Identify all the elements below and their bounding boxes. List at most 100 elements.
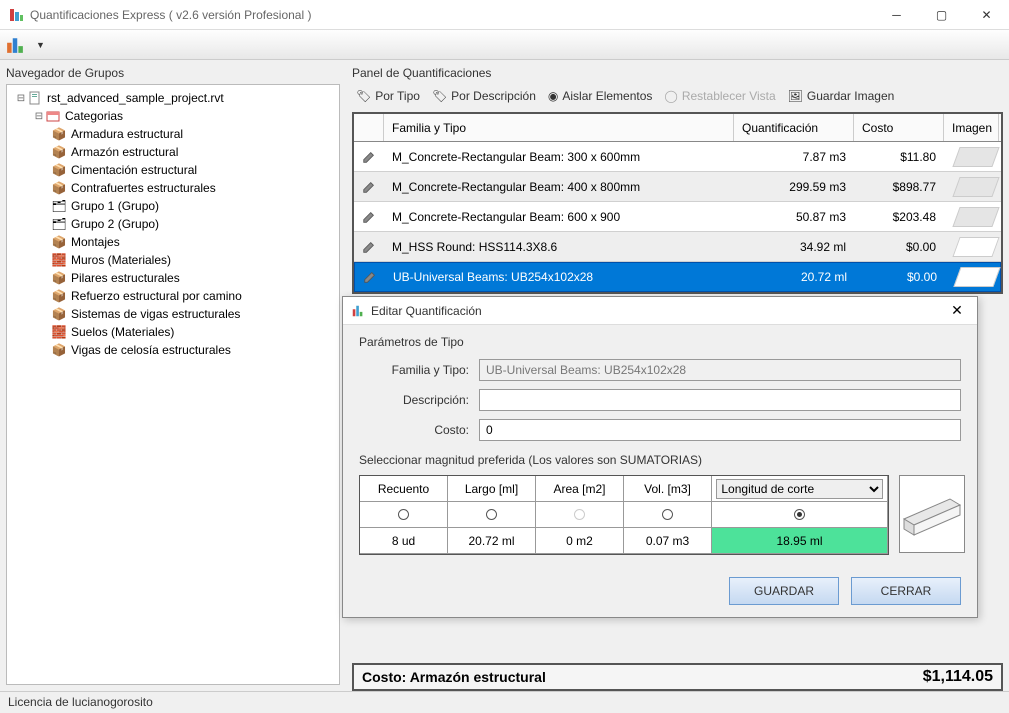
tree-item[interactable]: 📦Armazón estructural — [11, 143, 335, 161]
val-largo: 20.72 ml — [448, 528, 536, 554]
table-row[interactable]: M_Concrete-Rectangular Beam: 600 x 900 5… — [354, 202, 1001, 232]
beam-thumb — [952, 207, 999, 227]
tree-item[interactable]: 🗂Grupo 1 (Grupo) — [11, 197, 335, 215]
radio-largo[interactable] — [448, 502, 536, 528]
th-family[interactable]: Familia y Tipo — [384, 114, 734, 141]
category-icon: 📦 — [51, 270, 67, 286]
tree-categories-label: Categorias — [65, 109, 123, 123]
total-bar: Costo: Armazón estructural $1,114.05 — [352, 663, 1003, 691]
mh-vol: Vol. [m3] — [624, 476, 712, 502]
maximize-button[interactable]: ▢ — [919, 0, 964, 30]
category-icon: 📦 — [51, 126, 67, 142]
radio-drop[interactable] — [712, 502, 888, 528]
table-row[interactable]: M_Concrete-Rectangular Beam: 300 x 600mm… — [354, 142, 1001, 172]
category-icon: 📦 — [51, 144, 67, 160]
isolate-icon: ◉ — [548, 89, 558, 103]
tag-icon: 🏷 — [356, 89, 371, 103]
radio-area[interactable] — [536, 502, 624, 528]
dialog-close-button[interactable]: ✕ — [945, 302, 969, 319]
expand-icon[interactable]: ⊟ — [33, 111, 45, 122]
th-img[interactable]: Imagen — [944, 114, 999, 141]
close-button[interactable]: ✕ — [964, 0, 1009, 30]
titlebar: Quantificaciones Express ( v2.6 versión … — [0, 0, 1009, 30]
minimize-button[interactable]: ─ — [874, 0, 919, 30]
val-drop: 18.95 ml — [712, 528, 888, 554]
pencil-icon[interactable] — [362, 238, 376, 256]
category-icon: 📦 — [51, 288, 67, 304]
th-edit — [354, 114, 384, 141]
por-tipo-button[interactable]: 🏷Por Tipo — [356, 89, 420, 103]
radio-vol[interactable] — [624, 502, 712, 528]
tree-item[interactable]: 📦Sistemas de vigas estructurales — [11, 305, 335, 323]
category-icon: 📦 — [51, 162, 67, 178]
tree-item[interactable]: 📦Pilares estructurales — [11, 269, 335, 287]
th-qty[interactable]: Quantificación — [734, 114, 854, 141]
category-icon: 📦 — [51, 342, 67, 358]
close-dialog-button[interactable]: CERRAR — [851, 577, 961, 605]
val-area: 0 m2 — [536, 528, 624, 554]
pencil-icon[interactable] — [362, 148, 376, 166]
magnitude-table: Recuento Largo [ml] Area [m2] Vol. [m3] … — [359, 475, 889, 555]
tree-item[interactable]: 📦Armadura estructural — [11, 125, 335, 143]
dialog-title: Editar Quantificación — [371, 304, 945, 318]
window-title: Quantificaciones Express ( v2.6 versión … — [30, 8, 874, 22]
radio-rec[interactable] — [360, 502, 448, 528]
quant-toolbar: 🏷Por Tipo 🏷Por Descripción ◉Aislar Eleme… — [352, 84, 1003, 108]
mh-area: Area [m2] — [536, 476, 624, 502]
group-icon: 🗂 — [51, 198, 67, 214]
materials-icon: 🧱 — [51, 252, 67, 268]
tree-item[interactable]: 📦Cimentación estructural — [11, 161, 335, 179]
dialog-titlebar[interactable]: Editar Quantificación ✕ — [343, 297, 977, 325]
tree-item[interactable]: 🗂Grupo 2 (Grupo) — [11, 215, 335, 233]
quant-panel: Panel de Quantificaciones 🏷Por Tipo 🏷Por… — [346, 60, 1009, 691]
table-row[interactable]: M_HSS Round: HSS114.3X8.6 34.92 ml $0.00 — [354, 232, 1001, 262]
beam-thumb — [953, 267, 1000, 287]
magnitude-label: Seleccionar magnitud preferida (Los valo… — [359, 453, 961, 467]
main-toolbar: ▼ — [0, 30, 1009, 60]
restablecer-button[interactable]: ◯Restablecer Vista — [664, 89, 775, 103]
th-cost[interactable]: Costo — [854, 114, 944, 141]
pencil-icon[interactable] — [362, 178, 376, 196]
table-row[interactable]: M_Concrete-Rectangular Beam: 400 x 800mm… — [354, 172, 1001, 202]
input-cost[interactable] — [479, 419, 961, 441]
file-icon — [27, 90, 43, 106]
tree-item[interactable]: 📦Vigas de celosía estructurales — [11, 341, 335, 359]
por-desc-button[interactable]: 🏷Por Descripción — [432, 89, 536, 103]
statusbar: Licencia de lucianogorosito — [0, 691, 1009, 713]
table-row-selected[interactable]: UB-Universal Beams: UB254x102x28 20.72 m… — [354, 262, 1001, 292]
materials-icon: 🧱 — [51, 324, 67, 340]
tree-item[interactable]: 📦Contrafuertes estructurales — [11, 179, 335, 197]
status-text: Licencia de lucianogorosito — [8, 695, 153, 709]
tree-item[interactable]: 🧱Muros (Materiales) — [11, 251, 335, 269]
pencil-icon[interactable] — [363, 268, 377, 286]
pencil-icon[interactable] — [362, 208, 376, 226]
dialog-icon — [351, 304, 365, 318]
expand-icon[interactable]: ⊟ — [15, 93, 27, 104]
tree-item[interactable]: 📦Refuerzo estructural por camino — [11, 287, 335, 305]
tree-root-label: rst_advanced_sample_project.rvt — [47, 91, 224, 105]
beam-thumb — [952, 147, 999, 167]
tree-item[interactable]: 📦Montajes — [11, 233, 335, 251]
beam-thumb — [952, 237, 999, 257]
quant-title: Panel de Quantificaciones — [352, 66, 1003, 80]
toolbar-dropdown-arrow[interactable]: ▼ — [32, 36, 49, 54]
reset-icon: ◯ — [664, 89, 677, 103]
tag-icon: 🏷 — [432, 89, 447, 103]
beam-preview — [899, 475, 965, 553]
tree-item[interactable]: 🧱Suelos (Materiales) — [11, 323, 335, 341]
tree-categories[interactable]: ⊟ Categorias — [11, 107, 335, 125]
quant-table: Familia y Tipo Quantificación Costo Imag… — [352, 112, 1003, 294]
guardar-imagen-button[interactable]: 🖼Guardar Imagen — [788, 89, 895, 103]
aislar-button[interactable]: ◉Aislar Elementos — [548, 89, 653, 103]
group-tree[interactable]: ⊟ rst_advanced_sample_project.rvt ⊟ Cate… — [6, 84, 340, 685]
mh-rec: Recuento — [360, 476, 448, 502]
toolbar-chart-icon[interactable] — [6, 36, 24, 54]
category-icon: 📦 — [51, 180, 67, 196]
label-cost: Costo: — [359, 423, 469, 437]
category-icon: 📦 — [51, 306, 67, 322]
folder-icon — [45, 108, 61, 124]
tree-root[interactable]: ⊟ rst_advanced_sample_project.rvt — [11, 89, 335, 107]
save-button[interactable]: GUARDAR — [729, 577, 839, 605]
input-desc[interactable] — [479, 389, 961, 411]
magnitude-select[interactable]: Longitud de corte — [716, 479, 882, 499]
